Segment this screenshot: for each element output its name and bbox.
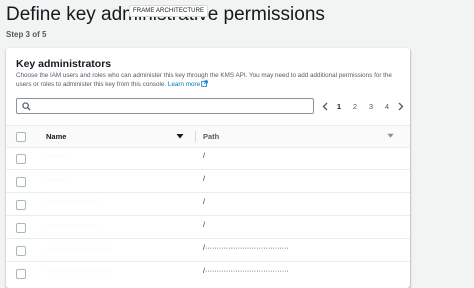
column-header-path[interactable]: Path: [203, 132, 219, 141]
row-name: ··························: [46, 223, 98, 229]
learn-more-label: Learn more: [167, 81, 201, 88]
table-row[interactable]: ································ /······…: [6, 239, 410, 262]
column-divider: [195, 131, 196, 142]
row-path: /····································: [203, 245, 289, 252]
chevron-right-icon[interactable]: [395, 99, 407, 113]
select-all-checkbox[interactable]: [16, 132, 26, 142]
row-checkbox[interactable]: [16, 154, 26, 164]
row-checkbox[interactable]: [16, 177, 26, 187]
row-path: /: [203, 222, 205, 229]
search-input[interactable]: [34, 100, 310, 112]
step-indicator: Step 3 of 5: [6, 30, 47, 39]
frame-architecture-badge: FRAME ARCHITECTURE: [129, 5, 209, 17]
search-field[interactable]: [16, 98, 314, 114]
row-name: ··········: [46, 177, 66, 183]
row-name: ································: [46, 246, 110, 252]
row-checkbox[interactable]: [16, 200, 26, 210]
page-1-link[interactable]: 1: [331, 102, 347, 111]
row-name: ··························: [46, 200, 98, 206]
row-name: ································: [46, 269, 110, 275]
key-administrators-panel: Key administrators Choose the IAM users …: [6, 48, 410, 288]
sort-icon[interactable]: [387, 132, 394, 139]
table-row[interactable]: ································ /······…: [6, 262, 410, 284]
page-3-link[interactable]: 3: [363, 102, 379, 111]
row-path: /: [203, 199, 205, 206]
pagination: 1 2 3 4: [319, 99, 407, 113]
row-path: /: [203, 153, 205, 160]
row-checkbox[interactable]: [16, 246, 26, 256]
external-link-icon: [201, 80, 208, 87]
column-header-name[interactable]: Name: [46, 132, 66, 141]
table-row[interactable]: ·········· /: [6, 170, 410, 193]
table-row[interactable]: ·························· /: [6, 193, 410, 216]
search-icon: [22, 102, 31, 111]
sort-descending-icon[interactable]: [176, 132, 184, 140]
learn-more-link[interactable]: Learn more: [167, 80, 208, 88]
row-path: /····································: [203, 268, 289, 275]
chevron-left-icon[interactable]: [319, 99, 331, 113]
page-4-link[interactable]: 4: [379, 102, 395, 111]
page-2-link[interactable]: 2: [347, 102, 363, 111]
row-checkbox[interactable]: [16, 269, 26, 279]
panel-title: Key administrators: [16, 58, 112, 70]
panel-description: Choose the IAM users and roles who can a…: [16, 71, 408, 89]
table-header: Name Path: [6, 125, 410, 148]
table-row[interactable]: ·························· /: [6, 216, 410, 239]
row-path: /: [203, 176, 205, 183]
row-name: ··········: [46, 154, 66, 160]
table-row[interactable]: ·········· /: [6, 147, 410, 170]
row-checkbox[interactable]: [16, 223, 26, 233]
